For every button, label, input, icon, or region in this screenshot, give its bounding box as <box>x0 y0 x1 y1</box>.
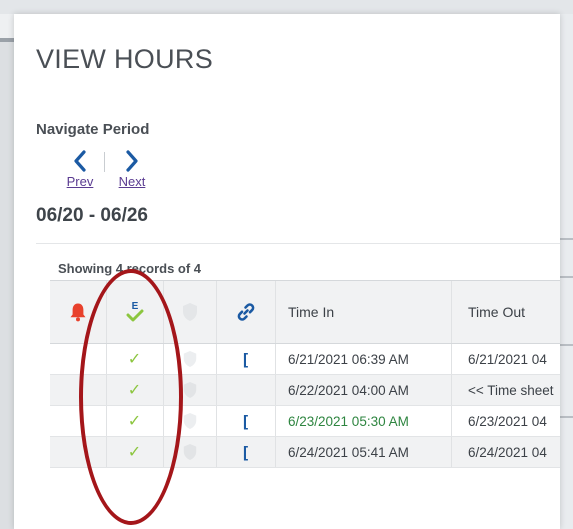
page-title: VIEW HOURS <box>36 44 214 74</box>
check-icon: ✓ <box>127 444 142 461</box>
table-row[interactable]: ✓ [ 6/24/2021 05:41 AM 6/24/2021 04 <box>50 437 560 468</box>
time-out-cell: << Time sheet <box>468 382 554 398</box>
time-in-cell: 6/24/2021 05:41 AM <box>288 444 409 460</box>
alert-cell <box>50 344 106 374</box>
shield-icon <box>183 413 196 429</box>
shield-cell <box>163 375 216 405</box>
alert-cell <box>50 437 106 467</box>
time-in-cell: 6/22/2021 04:00 AM <box>288 382 409 398</box>
time-in-cell: 6/21/2021 06:39 AM <box>288 351 409 367</box>
link-icon <box>237 303 254 321</box>
bell-icon <box>70 303 86 322</box>
employee-approval-column-header[interactable]: E <box>106 281 163 343</box>
alert-column-header[interactable] <box>50 281 106 343</box>
table-row[interactable]: ✓ [ 6/23/2021 05:30 AM 6/23/2021 04 <box>50 406 560 437</box>
scrollbar-track[interactable] <box>560 14 573 529</box>
shield-column-header[interactable] <box>163 281 216 343</box>
next-link[interactable]: Next <box>114 174 150 189</box>
bracket-icon[interactable]: [ <box>241 443 251 462</box>
shield-cell <box>163 406 216 436</box>
bracket-icon[interactable]: [ <box>241 350 251 369</box>
alert-cell <box>50 406 106 436</box>
table-header-row: E Time In Time Out <box>50 281 560 344</box>
navigate-period-label: Navigate Period <box>36 121 150 138</box>
entry-cell[interactable]: [ <box>216 344 275 374</box>
prev-link[interactable]: Prev <box>62 174 98 189</box>
shield-cell <box>163 437 216 467</box>
hours-table: E Time In Time Out ✓ [6/21/2021 06:39 A… <box>50 280 560 468</box>
table-row[interactable]: ✓ [ 6/21/2021 06:39 AM 6/21/2021 04 <box>50 344 560 375</box>
svg-text:E: E <box>131 301 138 312</box>
time-out-header[interactable]: Time Out <box>451 281 560 343</box>
chevron-left-icon <box>74 150 86 172</box>
check-icon: ✓ <box>127 382 142 399</box>
divider <box>36 243 560 244</box>
entry-cell <box>216 375 275 405</box>
link-column-header[interactable] <box>216 281 275 343</box>
employee-check-icon: E <box>126 301 143 322</box>
shield-icon <box>183 444 196 460</box>
approval-cell: ✓ <box>106 437 163 467</box>
period-navigation: Prev Next <box>62 148 162 192</box>
approval-cell: ✓ <box>106 406 163 436</box>
entry-cell[interactable]: [ <box>216 437 275 467</box>
shield-cell <box>163 344 216 374</box>
approval-cell: ✓ <box>106 344 163 374</box>
shield-icon <box>183 351 196 367</box>
time-out-cell: 6/24/2021 04 <box>468 444 547 460</box>
approval-cell: ✓ <box>106 375 163 405</box>
shield-icon <box>183 382 196 398</box>
alert-cell <box>50 375 106 405</box>
entry-cell[interactable]: [ <box>216 406 275 436</box>
check-icon: ✓ <box>127 413 142 430</box>
bracket-icon[interactable]: [ <box>241 412 251 431</box>
table-row[interactable]: ✓ 6/22/2021 04:00 AM << Time sheet <box>50 375 560 406</box>
time-in-header[interactable]: Time In <box>275 281 451 343</box>
check-icon: ✓ <box>127 351 142 368</box>
shield-icon <box>182 303 197 321</box>
next-period-button[interactable]: Next <box>114 148 150 192</box>
nav-divider <box>104 152 105 172</box>
records-summary: Showing 4 records of 4 <box>58 261 202 276</box>
current-period: 06/20 - 06/26 <box>36 205 148 226</box>
time-out-cell: 6/21/2021 04 <box>468 351 547 367</box>
time-in-cell: 6/23/2021 05:30 AM <box>288 413 409 429</box>
chevron-right-icon <box>126 150 138 172</box>
time-out-cell: 6/23/2021 04 <box>468 413 547 429</box>
prev-period-button[interactable]: Prev <box>62 148 98 192</box>
top-bar <box>0 0 573 14</box>
view-hours-card: VIEW HOURS Navigate Period Prev Next 06/… <box>14 14 560 529</box>
